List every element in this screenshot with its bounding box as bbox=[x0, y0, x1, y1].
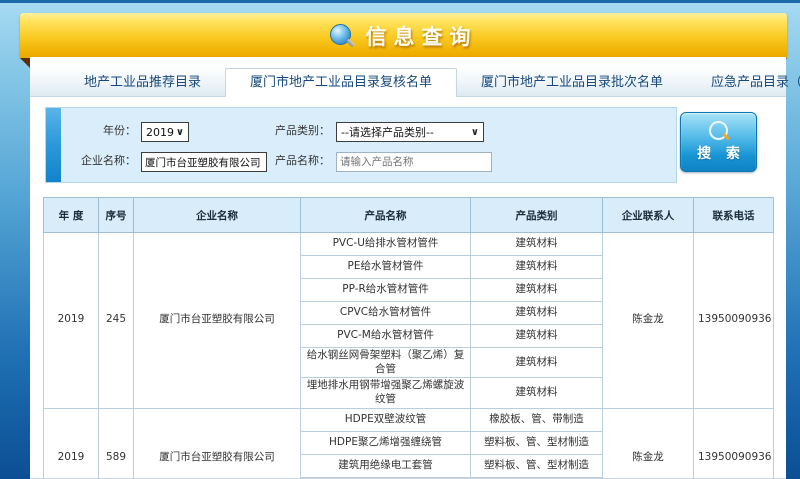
product-category-cell: 建筑材料 bbox=[470, 301, 603, 325]
company-label: 企业名称： bbox=[81, 154, 136, 167]
year-label: 年份： bbox=[103, 124, 136, 137]
phone-cell: 13950090936 bbox=[693, 232, 774, 409]
chevron-down-icon: ∨ bbox=[470, 126, 479, 138]
header-product: 产品名称 bbox=[300, 197, 471, 233]
product-category-cell: 建筑材料 bbox=[470, 232, 603, 256]
product-name-cell: CPVC给水管材管件 bbox=[300, 301, 471, 325]
header-company: 企业名称 bbox=[133, 197, 301, 233]
category-select[interactable]: --请选择产品类别-- ∨ bbox=[336, 122, 484, 142]
ribbon-fold-left bbox=[20, 58, 30, 68]
seq-cell: 245 bbox=[98, 232, 134, 409]
header-year: 年 度 bbox=[43, 197, 99, 233]
header-seq: 序号 bbox=[98, 197, 134, 233]
header-phone: 联系电话 bbox=[693, 197, 774, 233]
magnifier-icon bbox=[329, 23, 355, 48]
product-category-cell: 建筑材料 bbox=[470, 278, 603, 302]
product-name-cell: PP-R给水管材管件 bbox=[300, 278, 471, 302]
product-category-cell: 塑料板、管、型材制造 bbox=[470, 453, 603, 478]
contact-cell: 陈金龙 bbox=[602, 232, 694, 409]
table-row: 2019 245 厦门市台亚塑胶有限公司 PVC-U给排水管材管件 建筑材料 陈金龙 139… bbox=[43, 232, 774, 409]
product-name-cell: 埋地排水用钢带增强聚乙烯螺旋波纹管 bbox=[300, 377, 471, 409]
results-table: 年 度 序号 企业名称 产品名称 产品类别 企业联系人 联系电话 2019 245… bbox=[43, 197, 774, 479]
year-cell: 2019 bbox=[43, 407, 99, 479]
seq-cell: 589 bbox=[98, 407, 134, 479]
header-category: 产品类别 bbox=[470, 197, 603, 233]
tab-recommend-catalog[interactable]: 地产工业品推荐目录 bbox=[60, 68, 225, 96]
page-title: 信息查询 bbox=[365, 24, 478, 49]
product-name-cell: HDPE双壁波纹管 bbox=[300, 407, 471, 432]
search-icon bbox=[709, 121, 728, 140]
content-panel: 地产工业品推荐目录 厦门市地产工业品目录复核名单 厦门市地产工业品目录批次名单 … bbox=[30, 57, 800, 479]
table-header-row: 年 度 序号 企业名称 产品名称 产品类别 企业联系人 联系电话 bbox=[43, 197, 774, 233]
company-cell: 厦门市台亚塑胶有限公司 bbox=[133, 407, 301, 479]
search-form: 年份： 2019∨ 产品类别： --请选择产品类别--∨ 企业名称： 产品名称： bbox=[45, 107, 677, 183]
product-category-cell: 建筑材料 bbox=[470, 377, 603, 409]
product-category-cell: 塑料板、管、型材制造 bbox=[470, 430, 603, 455]
product-name-cell: HDPE聚乙烯增强缠绕管 bbox=[300, 430, 471, 455]
top-border-line bbox=[0, 0, 800, 3]
page-banner: 信息查询 bbox=[20, 13, 787, 58]
product-name-cell: PE给水管材管件 bbox=[300, 255, 471, 279]
tab-bar: 地产工业品推荐目录 厦门市地产工业品目录复核名单 厦门市地产工业品目录批次名单 … bbox=[30, 68, 800, 97]
year-cell: 2019 bbox=[43, 232, 99, 409]
search-button[interactable]: 搜 索 bbox=[680, 112, 757, 172]
tab-review-list[interactable]: 厦门市地产工业品目录复核名单 bbox=[225, 68, 458, 97]
header-contact: 企业联系人 bbox=[602, 197, 694, 233]
product-name-cell: 建筑用绝缘电工套管 bbox=[300, 453, 471, 478]
table-row: 2019 589 厦门市台亚塑胶有限公司 HDPE双壁波纹管 橡胶板、管、带制造 陈金龙 1… bbox=[43, 407, 774, 479]
tab-emergency-catalog[interactable]: 应急产品目录（2020年） bbox=[687, 68, 800, 96]
product-input[interactable] bbox=[336, 152, 492, 172]
product-name-cell: PVC-U给排水管材管件 bbox=[300, 232, 471, 256]
catalog-table-body: 2019 245 厦门市台亚塑胶有限公司 PVC-U给排水管材管件 建筑材料 陈金龙 139… bbox=[43, 232, 774, 479]
product-category-cell: 橡胶板、管、带制造 bbox=[470, 407, 603, 432]
product-category-cell: 建筑材料 bbox=[470, 255, 603, 279]
contact-cell: 陈金龙 bbox=[602, 407, 694, 479]
product-category-cell: 建筑材料 bbox=[470, 324, 603, 348]
product-category-cell: 建筑材料 bbox=[470, 346, 603, 379]
company-cell: 厦门市台亚塑胶有限公司 bbox=[133, 232, 301, 409]
tab-batch-list[interactable]: 厦门市地产工业品目录批次名单 bbox=[457, 68, 687, 96]
category-label: 产品类别： bbox=[275, 124, 330, 137]
product-name-cell: 给水钢丝网骨架塑料（聚乙烯）复合管 bbox=[300, 346, 471, 379]
chevron-down-icon: ∨ bbox=[175, 126, 184, 138]
year-select[interactable]: 2019 ∨ bbox=[141, 122, 189, 142]
phone-cell: 13950090936 bbox=[693, 407, 774, 479]
company-input[interactable] bbox=[141, 152, 267, 172]
product-label: 产品名称： bbox=[275, 154, 330, 167]
product-name-cell: PVC-M给水管材管件 bbox=[300, 324, 471, 348]
form-accent-bar bbox=[46, 108, 61, 182]
